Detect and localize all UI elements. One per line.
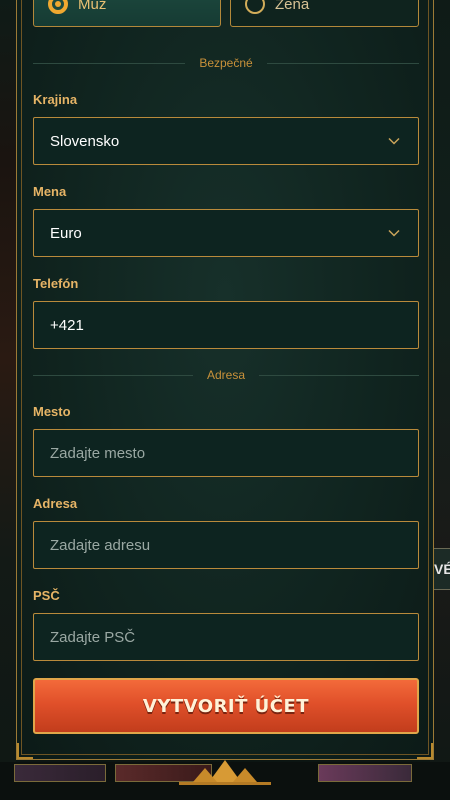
background-left-strip [0,0,16,800]
country-select[interactable]: Slovensko [33,117,419,165]
background-game-thumbnail [14,764,106,782]
phone-value: +421 [50,316,84,334]
currency-value: Euro [50,224,82,242]
chevron-down-icon [388,137,400,145]
chevron-down-icon [388,229,400,237]
section-divider-address: Adresa [33,368,419,382]
zip-label: PSČ [33,588,60,603]
modal-corner-ornament [417,743,433,759]
zip-placeholder: Zadajte PSČ [50,628,136,646]
gender-male-label: Muž [78,0,107,13]
create-account-button[interactable]: VYTVORIŤ ÚČET [33,678,419,734]
section-title-secure: Bezpečné [199,56,253,70]
brand-emblem-icon [179,760,271,785]
zip-input[interactable]: Zadajte PSČ [33,613,419,661]
radio-selected-icon [48,0,68,14]
section-title-address: Adresa [206,368,246,382]
radio-unselected-icon [245,0,265,14]
currency-label: Mena [33,184,67,199]
section-divider-secure: Bezpečné [33,56,419,70]
gender-female-radio[interactable]: Žena [230,0,419,27]
phone-input[interactable]: +421 [33,301,419,349]
street-input[interactable]: Zadajte adresu [33,521,419,569]
city-label: Mesto [33,404,71,419]
city-placeholder: Zadajte mesto [50,444,146,462]
country-value: Slovensko [50,132,120,150]
currency-select[interactable]: Euro [33,209,419,257]
city-input[interactable]: Zadajte mesto [33,429,419,477]
country-label: Krajina [33,92,78,107]
street-label: Adresa [33,496,78,511]
gender-female-label: Žena [275,0,310,13]
background-game-thumbnail [318,764,412,782]
street-placeholder: Zadajte adresu [50,536,151,554]
modal-corner-ornament [17,743,33,759]
gender-male-radio[interactable]: Muž [33,0,221,27]
phone-label: Telefón [33,276,79,291]
registration-modal: Muž Žena Bezpečné Krajina Slovensko Mena… [16,0,434,760]
